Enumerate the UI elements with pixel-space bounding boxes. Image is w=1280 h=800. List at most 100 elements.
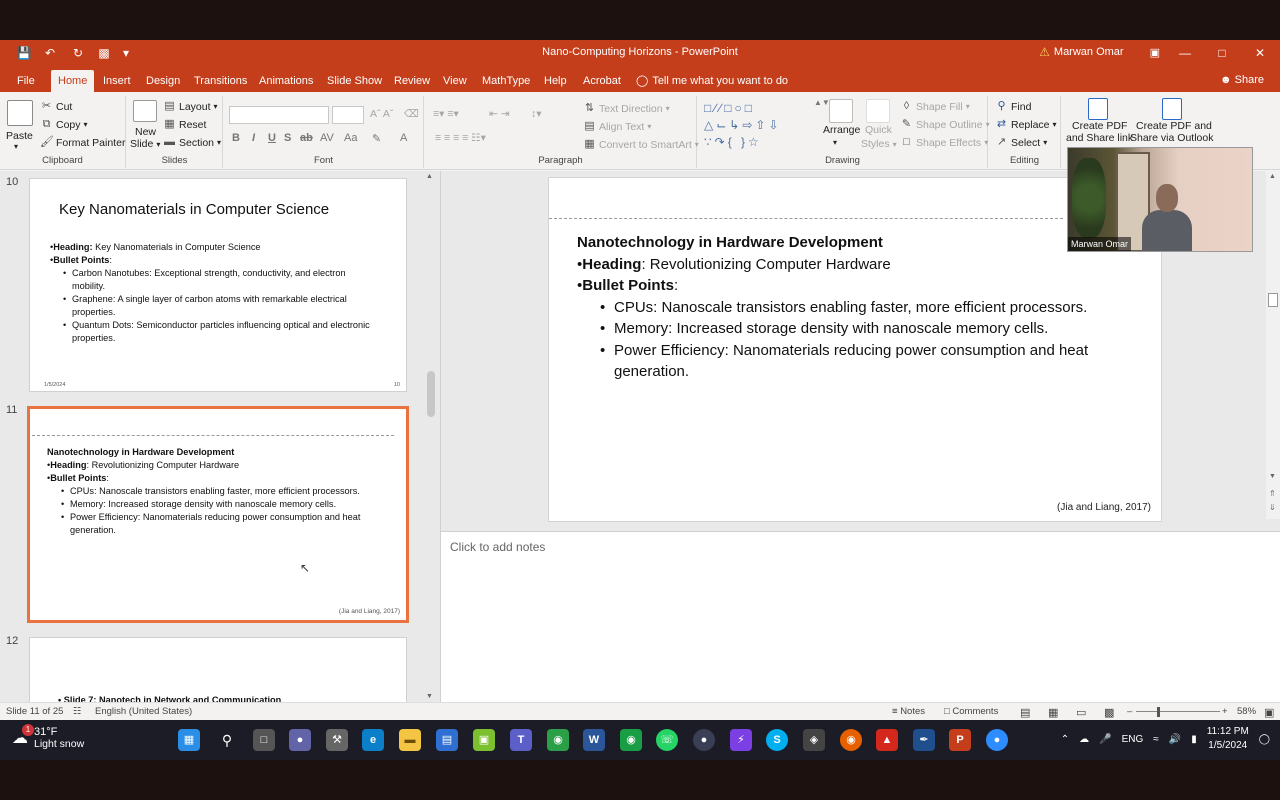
notes-pane[interactable]: Click to add notes	[441, 531, 1280, 702]
pdf-link-icon[interactable]	[1088, 98, 1108, 120]
app-green-icon[interactable]: ▣	[473, 729, 495, 751]
next-slide-icon[interactable]: ⇓	[1269, 503, 1276, 512]
tab-home[interactable]: Home	[51, 70, 95, 92]
share-button[interactable]: ☻ Share	[1220, 74, 1264, 86]
change-case-button[interactable]: Aa	[344, 132, 357, 144]
find-button[interactable]: ⚲ Find	[995, 100, 1031, 113]
minimize-button[interactable]: —	[1170, 43, 1200, 63]
shapes-gallery[interactable]: □∕∕□○□ △⌙↳⇨⇧⇩ ∵↷{ }☆	[704, 100, 812, 151]
edge-icon[interactable]: e	[362, 729, 384, 751]
tools-icon[interactable]: ⚒	[326, 729, 348, 751]
font-family-field[interactable]	[229, 106, 329, 124]
store-icon[interactable]: ▤	[436, 729, 458, 751]
task-view-icon[interactable]: □	[253, 729, 275, 751]
scroll-up-icon[interactable]: ▲	[426, 173, 433, 180]
slide-thumbnail-12[interactable]: • Slide 7: Nanotech in Network and Commu…	[29, 637, 407, 702]
chrome-icon[interactable]: ◉	[547, 729, 569, 751]
paste-icon[interactable]	[7, 100, 33, 126]
word-icon[interactable]: W	[583, 729, 605, 751]
user-account[interactable]: ⚠ Marwan Omar ▣	[1039, 45, 1160, 59]
normal-view-icon[interactable]: ▤	[1020, 706, 1030, 719]
file-explorer-icon[interactable]: ▬	[399, 729, 421, 751]
create-pdf-outlook-label1[interactable]: Create PDF and	[1136, 120, 1212, 132]
tell-me-search[interactable]: ◯ Tell me what you want to do	[636, 74, 788, 88]
line-spacing-icon[interactable]: ↕▾	[531, 108, 542, 120]
scrollbar-thumb[interactable]	[427, 371, 435, 417]
skype-icon[interactable]: S	[766, 729, 788, 751]
shape-effects-button[interactable]: □ Shape Effects ▾	[900, 136, 988, 149]
align-text-button[interactable]: ▤ Align Text ▾	[583, 120, 651, 133]
tab-slide-show[interactable]: Slide Show	[320, 70, 389, 92]
notes-button[interactable]: ≡ Notes	[892, 706, 925, 717]
new-slide-button[interactable]: Slide ▾	[130, 138, 160, 150]
zoom-out-icon[interactable]: –	[1127, 706, 1132, 717]
select-button[interactable]: ↗ Select ▾	[995, 136, 1047, 149]
bullets-icon[interactable]: ≡▾ ≡▾	[433, 108, 459, 120]
slide-scrollbar[interactable]: ▲ ▼ ⇑ ⇓	[1266, 171, 1280, 519]
input-language[interactable]: ENG	[1122, 734, 1144, 745]
acrobat-icon[interactable]: ▲	[876, 729, 898, 751]
thumbnails-scrollbar[interactable]: ▲ ▼	[424, 171, 438, 702]
quick-styles-icon[interactable]	[866, 99, 890, 123]
arrange-icon[interactable]	[829, 99, 853, 123]
slide-sorter-icon[interactable]: ▦	[1048, 706, 1058, 719]
zoom-in-icon[interactable]: +	[1222, 706, 1228, 717]
slide-thumbnail-10[interactable]: Key Nanomaterials in Computer Science •H…	[29, 178, 407, 392]
tab-animations[interactable]: Animations	[252, 70, 320, 92]
zoom-app-icon[interactable]: ●	[986, 729, 1008, 751]
layout-button[interactable]: ▤ Layout ▾	[163, 100, 217, 113]
tab-view[interactable]: View	[436, 70, 474, 92]
reset-button[interactable]: ▦ Reset	[163, 118, 206, 131]
comments-button[interactable]: □ Comments	[944, 706, 998, 717]
paste-button[interactable]: Paste	[6, 130, 33, 142]
maximize-button[interactable]: □	[1207, 43, 1237, 63]
language-indicator[interactable]: English (United States)	[95, 706, 192, 717]
search-icon[interactable]: ⚲	[216, 729, 238, 751]
previous-slide-icon[interactable]: ⇑	[1269, 489, 1276, 498]
chat-icon[interactable]: ●	[289, 729, 311, 751]
create-pdf-link-label1[interactable]: Create PDF	[1072, 120, 1127, 132]
tray-overflow-icon[interactable]: ⌃	[1061, 734, 1069, 745]
underline-button[interactable]: U	[268, 132, 276, 144]
pen-app-icon[interactable]: ✒	[913, 729, 935, 751]
font-color-button[interactable]: A	[400, 132, 407, 144]
align-buttons[interactable]: ≡ ≡ ≡ ≡ ☷▾	[435, 132, 486, 144]
slide-content[interactable]: Nanotechnology in Hardware Development •…	[577, 232, 1137, 383]
arrange-button[interactable]: Arrange	[823, 124, 860, 136]
tab-file[interactable]: File	[10, 70, 42, 92]
strikethrough-button[interactable]: ab	[300, 132, 313, 144]
shadow-button[interactable]: S	[284, 132, 291, 144]
tab-mathtype[interactable]: MathType	[475, 70, 537, 92]
tab-transitions[interactable]: Transitions	[187, 70, 254, 92]
new-slide-label1[interactable]: New	[135, 126, 156, 138]
zoom-slider[interactable]	[1136, 711, 1220, 712]
battery-icon[interactable]: ▮	[1191, 734, 1197, 745]
paste-dropdown-icon[interactable]: ▾	[14, 142, 18, 151]
convert-smartart-button[interactable]: ▦ Convert to SmartArt ▾	[583, 138, 699, 151]
weather-widget[interactable]: ☁ 1 31°F Light snow	[12, 724, 84, 750]
scroll-down-icon[interactable]: ▼	[1269, 473, 1276, 480]
microphone-icon[interactable]: 🎤	[1099, 734, 1111, 745]
create-pdf-link-label2[interactable]: and Share link	[1066, 132, 1133, 144]
start-windows-icon[interactable]: ▦	[178, 729, 200, 751]
shape-fill-button[interactable]: ◊ Shape Fill ▾	[900, 100, 970, 113]
bolt-app-icon[interactable]: ⚡	[730, 729, 752, 751]
whatsapp-icon[interactable]: ☏	[656, 729, 678, 751]
clock[interactable]: 11:12 PM 1/5/2024	[1207, 725, 1249, 753]
highlight-icon[interactable]: ✎	[372, 132, 381, 145]
clear-formatting-icon[interactable]: ⌫	[404, 108, 419, 120]
pdf-outlook-icon[interactable]	[1162, 98, 1182, 120]
zoom-slider-knob[interactable]	[1157, 707, 1161, 717]
onedrive-icon[interactable]: ☁	[1079, 734, 1089, 745]
create-pdf-outlook-label2[interactable]: Share via Outlook	[1130, 132, 1213, 144]
ribbon-display-icon[interactable]: ▣	[1150, 46, 1160, 59]
tab-acrobat[interactable]: Acrobat	[576, 70, 628, 92]
new-slide-icon[interactable]	[133, 100, 157, 122]
tab-review[interactable]: Review	[387, 70, 437, 92]
section-button[interactable]: ▬ Section ▾	[163, 136, 221, 149]
arrange-dropdown-icon[interactable]: ▾	[833, 138, 837, 147]
indent-icon[interactable]: ⇤ ⇥	[489, 108, 510, 120]
scrollbar-thumb[interactable]	[1268, 293, 1278, 307]
teams-icon[interactable]: T	[510, 729, 532, 751]
powerpoint-icon[interactable]: P	[949, 729, 971, 751]
